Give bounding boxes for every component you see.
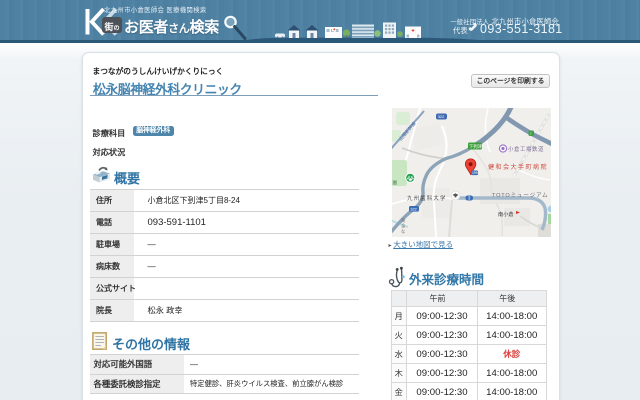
svg-text:下到津: 下到津 <box>468 142 482 149</box>
svg-text:↑: ↑ <box>529 130 531 135</box>
svg-text:322: 322 <box>437 114 444 119</box>
svg-text:322: 322 <box>410 207 416 211</box>
svg-text:小倉工場鉄道: 小倉工場鉄道 <box>508 145 544 153</box>
svg-text:金: 金 <box>401 222 406 228</box>
svg-text:九州歯科大学: 九州歯科大学 <box>407 194 447 202</box>
svg-text:南小倉: 南小倉 <box>498 210 514 218</box>
svg-text:TOTOミュージアム: TOTOミュージアム <box>492 192 548 199</box>
svg-text:な: な <box>401 228 406 234</box>
svg-text:健和会大手町病院: 健和会大手町病院 <box>488 163 548 171</box>
svg-text:199: 199 <box>472 171 478 175</box>
